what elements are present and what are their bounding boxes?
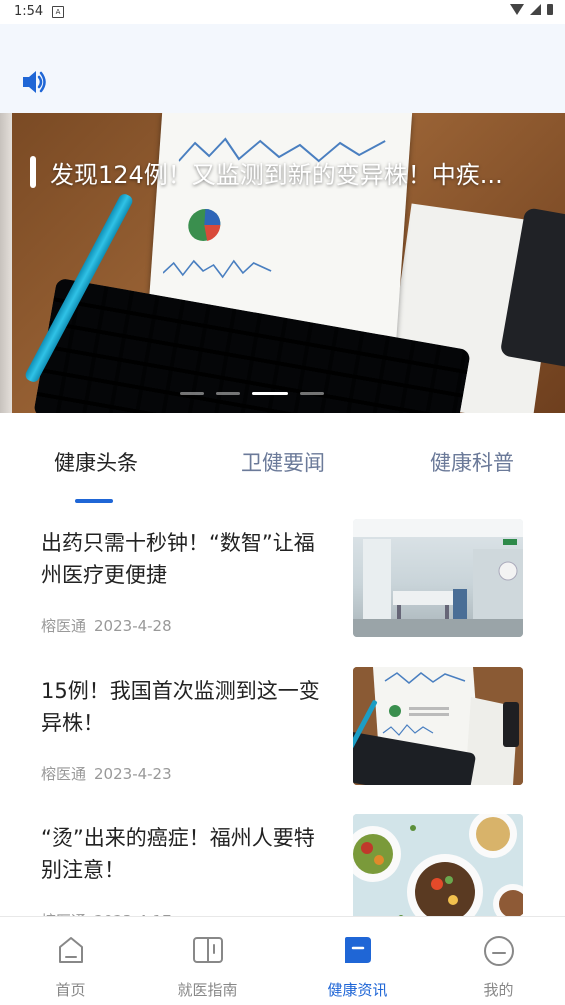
- header-bar: [0, 24, 565, 113]
- nav-profile[interactable]: 我的: [428, 917, 565, 1005]
- news-title[interactable]: “烫”出来的癌症！福州人要特别注意！: [41, 822, 326, 886]
- book-icon: [192, 937, 223, 963]
- news-item[interactable]: 出药只需十秒钟！“数智”让福州医疗更便捷 榕医通 2023-4-28: [0, 519, 565, 667]
- home-icon: [58, 937, 83, 963]
- signal-icon: [530, 4, 541, 15]
- tab-health-news[interactable]: 卫健要闻: [241, 447, 325, 477]
- category-tabs: 健康头条 卫健要闻 健康科普: [0, 413, 565, 505]
- carousel-dot[interactable]: [216, 392, 240, 395]
- news-date: 2023-4-23: [94, 765, 172, 783]
- news-meta: 榕医通 2023-4-23: [41, 763, 172, 784]
- status-bar: 1:54 A: [0, 0, 565, 24]
- bottom-navigation: 首页 就医指南 健康资讯 我的: [0, 916, 565, 1005]
- nav-health-news[interactable]: 健康资讯: [287, 917, 428, 1005]
- news-source: 榕医通: [41, 617, 87, 635]
- speaker-icon[interactable]: [21, 68, 47, 100]
- system-icons: [510, 4, 553, 15]
- nav-home-label: 首页: [55, 981, 86, 999]
- notification-icon: A: [52, 6, 64, 18]
- profile-icon: [483, 936, 514, 966]
- nav-guide[interactable]: 就医指南: [137, 917, 278, 1005]
- carousel-indicator: [180, 392, 324, 395]
- battery-icon: [547, 4, 553, 15]
- news-thumbnail[interactable]: [353, 667, 523, 785]
- nav-guide-label: 就医指南: [177, 981, 238, 999]
- nav-home[interactable]: 首页: [0, 917, 141, 1005]
- tab-health-headlines[interactable]: 健康头条: [54, 447, 138, 477]
- news-date: 2023-4-28: [94, 617, 172, 635]
- nav-profile-label: 我的: [483, 981, 514, 999]
- banner-title[interactable]: 发现124例！又监测到新的变异株！中疾...: [50, 155, 550, 189]
- banner-title-marker: [30, 156, 36, 188]
- news-meta: 榕医通 2023-4-28: [41, 615, 172, 636]
- news-item[interactable]: 15例！我国首次监测到这一变异株！ 榕医通 2023-4-23: [0, 667, 565, 815]
- banner-carousel[interactable]: 发现124例！又监测到新的变异株！中疾...: [0, 113, 565, 413]
- carousel-dot-active[interactable]: [252, 392, 288, 395]
- news-title[interactable]: 出药只需十秒钟！“数智”让福州医疗更便捷: [41, 527, 326, 591]
- tab-health-science[interactable]: 健康科普: [430, 447, 514, 477]
- wifi-icon: [510, 4, 524, 15]
- carousel-dot[interactable]: [300, 392, 324, 395]
- nav-health-news-label: 健康资讯: [327, 981, 388, 999]
- news-thumbnail[interactable]: [353, 519, 523, 637]
- news-thumbnail[interactable]: [353, 814, 523, 932]
- banner-prev-slide-edge: [0, 113, 12, 413]
- news-title[interactable]: 15例！我国首次监测到这一变异株！: [41, 675, 326, 739]
- carousel-dot[interactable]: [180, 392, 204, 395]
- news-icon: [344, 937, 371, 963]
- news-source: 榕医通: [41, 765, 87, 783]
- tab-active-indicator: [75, 499, 113, 503]
- status-time: 1:54: [14, 4, 44, 19]
